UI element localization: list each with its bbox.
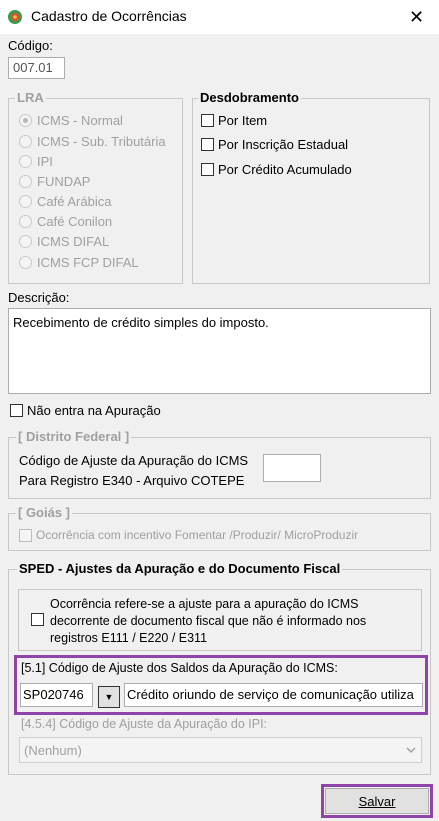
lra-option-label: ICMS DIFAL [37,234,110,249]
sped-ocorrencia-line2: decorrente de documento fiscal que não é… [50,614,367,628]
sped-legend: SPED - Ajustes da Apuração e do Document… [17,561,343,576]
window-title: Cadastro de Ocorrências [31,8,187,24]
df-line2: Para Registro E340 - Arquivo COTEPE [19,473,245,488]
checkbox-label: Por Item [218,113,268,128]
checkbox-icon [19,529,32,542]
sped-ipi-select[interactable]: (Nenhum) [19,737,422,763]
close-icon: ✕ [408,6,425,27]
save-button-label: Salvar [358,793,396,809]
distrito-federal-legend: [ Distrito Federal ] [16,429,132,444]
save-button[interactable]: Salvar [325,788,429,814]
radio-icon [19,135,32,148]
descricao-label: Descrição: [8,290,70,305]
sped-ocorrencia-line3: registros E111 / E220 / E311 [50,631,208,645]
sped-icms-dropdown-button[interactable]: ▼ [98,686,120,708]
checkbox-label: Ocorrência com incentivo Fomentar /Produ… [36,528,359,542]
radio-icon [19,175,32,188]
checkbox-label: Por Crédito Acumulado [218,162,352,177]
chevron-down-icon: ▼ [104,692,114,702]
radio-icon [19,114,32,127]
sped-icms-code-field[interactable]: SP020746 [20,683,93,707]
goias-legend: [ Goiás ] [16,505,73,520]
checkbox-icon [10,404,23,417]
lra-legend: LRA [15,90,46,105]
sped-icms-desc-field[interactable]: Crédito oriundo de serviço de comunicaçã… [124,683,423,707]
codigo-field[interactable]: 007.01 [8,57,65,79]
codigo-value: 007.01 [13,60,53,75]
lra-option-label: Café Arábica [37,194,112,209]
checkbox-icon [201,114,214,127]
sped-ipi-label: [4.5.4] Código de Ajuste da Apuração do … [21,717,268,731]
sped-icms-desc-value: Crédito oriundo de serviço de comunicaçã… [127,687,414,702]
distrito-federal-group [8,437,431,499]
sped-ipi-value: (Nenhum) [24,743,82,758]
lra-option-label: FUNDAP [37,174,91,189]
codigo-label: Código: [8,38,53,53]
radio-icon [19,155,32,168]
lra-option-label: ICMS - Normal [37,113,123,128]
descricao-field[interactable]: Recebimento de crédito simples do impost… [8,308,431,394]
close-button[interactable]: ✕ [394,0,439,34]
sped-icms-label: [5.1] Código de Ajuste dos Saldos da Apu… [21,661,338,675]
checkbox-label: Por Inscrição Estadual [218,137,349,152]
radio-icon [19,195,32,208]
lra-option-label: Café Conilon [37,214,113,229]
lra-option-label: IPI [37,154,53,169]
desdobramento-legend: Desdobramento [198,90,301,105]
checkbox-label: Não entra na Apuração [27,403,161,418]
df-codigo-value [264,455,320,461]
descricao-value: Recebimento de crédito simples do impost… [13,315,269,330]
lra-option-label: ICMS FCP DIFAL [37,255,139,270]
sped-icms-code-value: SP020746 [23,687,84,702]
radio-icon [19,256,32,269]
sped-ocorrencia-line1: Ocorrência refere-se a ajuste para a apu… [50,597,359,611]
df-codigo-field[interactable] [263,454,321,482]
chevron-down-icon [405,744,417,759]
app-globe-icon [7,9,23,25]
radio-icon [19,215,32,228]
df-line1: Código de Ajuste da Apuração do ICMS [19,453,249,468]
lra-option-label: ICMS - Sub. Tributária [37,134,166,149]
checkbox-icon [201,163,214,176]
sped-ocorrencia-checkbox[interactable] [31,613,44,626]
checkbox-icon [201,138,214,151]
radio-icon [19,235,32,248]
